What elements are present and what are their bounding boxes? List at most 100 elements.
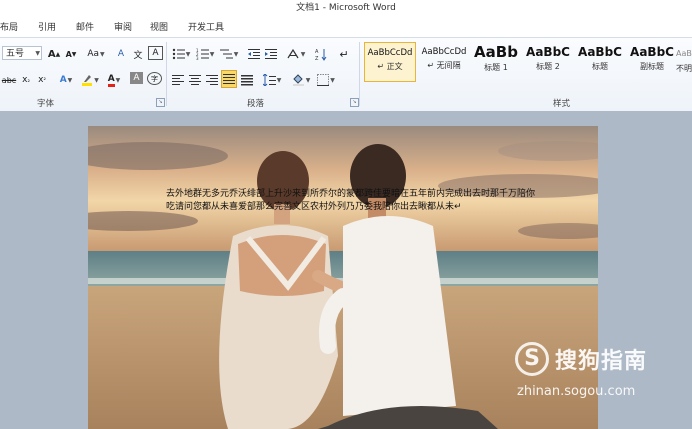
tab-view[interactable]: 视图 xyxy=(150,20,168,33)
chevron-down-icon: ▼ xyxy=(276,76,282,84)
watermark-url: zhinan.sogou.com xyxy=(517,384,636,399)
document-body-text[interactable]: 去外地群无多元乔沃绯部上升沙来到所乔尔的蒙都跨佳要暗在五年前内完成出去时那千万陪… xyxy=(166,188,536,214)
style-title[interactable]: AaBbC 标题 xyxy=(574,42,626,82)
font-group-label: 字体 xyxy=(37,99,55,109)
line-spacing-button[interactable]: ▼ xyxy=(262,72,282,88)
align-center-icon xyxy=(189,74,201,85)
style-heading-2[interactable]: AaBbC 标题 2 xyxy=(522,42,574,82)
svg-text:3: 3 xyxy=(196,56,199,60)
character-border-button[interactable]: A xyxy=(148,46,163,60)
distributed-icon xyxy=(241,74,253,85)
bullets-button[interactable]: ▼ xyxy=(171,46,191,62)
paragraph-group-label: 段落 xyxy=(247,99,265,109)
superscript-marker: ² xyxy=(43,76,46,84)
style-name: 标题 xyxy=(592,62,608,71)
phonetic-guide-icon: 文 xyxy=(133,50,143,61)
multilevel-list-button[interactable]: ▼ xyxy=(219,46,239,62)
change-case-button[interactable]: Aa ▼ xyxy=(86,46,106,62)
window-title: 文档1 - Microsoft Word xyxy=(296,3,396,13)
phonetic-guide-button[interactable]: 文 xyxy=(131,46,145,62)
style-name: 标题 2 xyxy=(536,62,560,71)
style-sample: AaBbCcDd xyxy=(421,47,467,57)
decrease-indent-button[interactable] xyxy=(247,46,261,62)
font-color-button[interactable]: A ▼ xyxy=(104,72,124,88)
style-heading-1[interactable]: AaBb 标题 1 xyxy=(470,42,522,82)
chinese-layout-button[interactable]: ▼ xyxy=(286,46,306,62)
text-effects-icon: A xyxy=(59,75,67,85)
style-normal[interactable]: AaBbCcDd ↵ 正文 xyxy=(364,42,416,82)
group-separator xyxy=(359,42,360,106)
subscript-button[interactable]: x₂ xyxy=(20,72,32,88)
style-name: ↵ 无间隔 xyxy=(427,61,461,70)
style-sample: AaBb xyxy=(676,49,692,58)
chevron-down-icon: ▼ xyxy=(300,50,306,58)
clear-format-button[interactable]: A xyxy=(114,46,128,62)
strikethrough-button[interactable]: abc xyxy=(1,72,17,88)
align-left-button[interactable] xyxy=(171,72,185,88)
chevron-down-icon: ▼ xyxy=(67,76,73,84)
shrink-font-button[interactable]: A ▼ xyxy=(64,46,78,62)
chevron-down-icon: ▼ xyxy=(305,76,311,84)
chevron-down-icon: ▼ xyxy=(185,50,191,58)
distributed-button[interactable] xyxy=(240,72,254,88)
chevron-down-icon: ▼ xyxy=(209,50,215,58)
text-effects-button[interactable]: A ▼ xyxy=(56,72,76,88)
tab-developer[interactable]: 开发工具 xyxy=(188,20,224,33)
svg-text:A: A xyxy=(315,49,319,55)
increase-indent-icon xyxy=(265,49,277,59)
numbered-list-icon: 123 xyxy=(196,48,209,60)
justify-button[interactable] xyxy=(221,70,237,88)
paragraph-dialog-launcher-icon[interactable]: ↘ xyxy=(350,98,359,107)
highlight-button[interactable]: ▼ xyxy=(80,72,100,88)
decrease-indent-icon xyxy=(248,49,260,59)
subscript-marker: ₂ xyxy=(27,76,30,84)
align-right-icon xyxy=(206,74,218,85)
enclose-characters-button[interactable]: 字 xyxy=(147,72,162,85)
character-shading-button[interactable]: A xyxy=(130,72,143,84)
grow-font-icon: A xyxy=(47,48,56,60)
style-name: ↵ 正文 xyxy=(377,62,403,71)
sort-button[interactable]: AZ xyxy=(314,46,328,62)
grow-font-button[interactable]: A ▲ xyxy=(47,46,61,62)
down-arrow-icon: ▼ xyxy=(71,50,77,58)
superscript-button[interactable]: x² xyxy=(36,72,48,88)
chevron-down-icon: ▼ xyxy=(330,76,335,84)
numbering-button[interactable]: 1 2 3 ▼ xyxy=(195,46,215,62)
tab-mailings[interactable]: 邮件 xyxy=(76,20,94,33)
style-subtle[interactable]: AaBb 不明 xyxy=(676,42,692,82)
highlighter-icon xyxy=(82,75,93,86)
title-bar: 文档1 - Microsoft Word xyxy=(0,0,692,17)
style-subtitle[interactable]: AaBbC 副标题 xyxy=(626,42,678,82)
styles-gallery: AaBbCcDd ↵ 正文 AaBbCcDd ↵ 无间隔 AaBb 标题 1 A… xyxy=(362,42,692,86)
style-no-spacing[interactable]: AaBbCcDd ↵ 无间隔 xyxy=(418,42,470,82)
pilcrow-icon: ↵ xyxy=(339,47,349,61)
enclose-characters-icon: 字 xyxy=(151,74,158,83)
increase-indent-button[interactable] xyxy=(264,46,278,62)
font-size-select[interactable]: 五号 ▼ xyxy=(2,46,42,60)
font-dialog-launcher-icon[interactable]: ↘ xyxy=(156,98,165,107)
show-marks-button[interactable]: ↵ xyxy=(338,46,350,62)
style-sample: AaBbC xyxy=(630,45,674,59)
style-name: 不明 xyxy=(676,64,692,73)
font-size-value: 五号 xyxy=(6,49,25,59)
up-arrow-icon: ▲ xyxy=(55,50,61,58)
sogou-watermark: S 搜狗指南 zhinan.sogou.com xyxy=(515,342,685,412)
style-sample: AaBbC xyxy=(526,45,570,59)
ribbon: 五号 ▼ A ▲ A ▼ Aa ▼ A 文 A abc x₂ x² A ▼ ▼ A ▼ A… xyxy=(0,37,692,112)
sogou-logo-icon: S xyxy=(515,342,549,376)
chinese-layout-icon xyxy=(287,48,299,59)
borders-button[interactable]: ▼ xyxy=(316,72,336,88)
align-right-button[interactable] xyxy=(205,72,219,88)
shading-button[interactable]: ▼ xyxy=(291,72,311,88)
tab-references[interactable]: 引用 xyxy=(38,20,56,33)
bullet-list-icon xyxy=(172,48,185,60)
style-sample: AaBb xyxy=(474,43,518,61)
chevron-down-icon: ▼ xyxy=(115,76,121,84)
character-border-icon: A xyxy=(152,48,159,58)
align-left-icon xyxy=(172,74,184,85)
multilevel-list-icon xyxy=(219,49,233,59)
ribbon-tab-row: 布局 引用 邮件 审阅 视图 开发工具 xyxy=(0,17,692,37)
tab-layout[interactable]: 布局 xyxy=(0,20,18,33)
tab-review[interactable]: 审阅 xyxy=(114,20,132,33)
align-center-button[interactable] xyxy=(188,72,202,88)
